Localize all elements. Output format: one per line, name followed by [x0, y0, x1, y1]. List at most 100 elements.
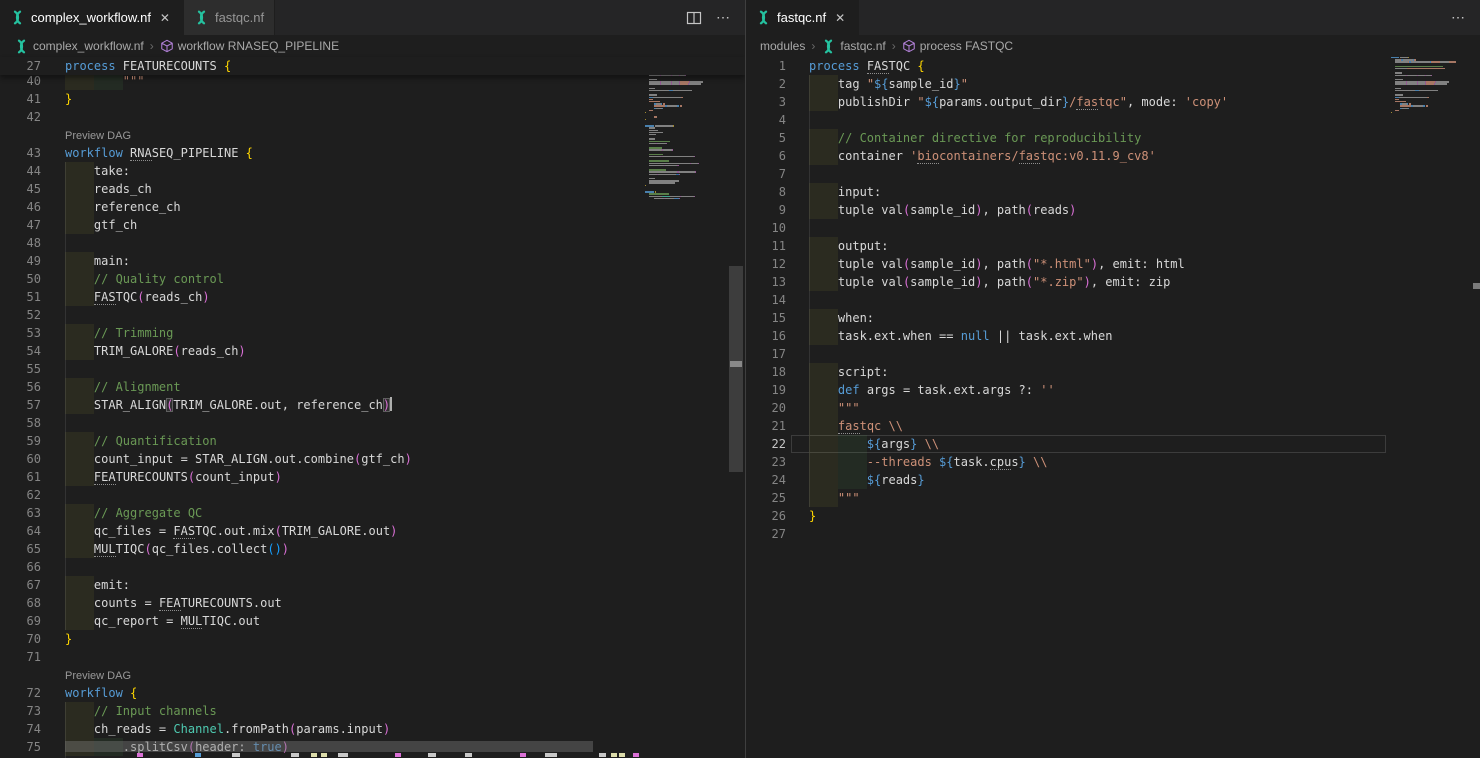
code-line[interactable]: 59 // Quantification — [0, 432, 745, 450]
gutter-line-number[interactable]: 56 — [0, 378, 41, 396]
gutter-line-number[interactable]: 17 — [746, 345, 786, 363]
gutter-line-number[interactable]: 18 — [746, 363, 786, 381]
code-line[interactable]: 20 """ — [746, 399, 1480, 417]
code-line[interactable]: 12 tuple val(sample_id), path("*.html"),… — [746, 255, 1480, 273]
code-line[interactable]: 46 reference_ch — [0, 198, 745, 216]
gutter-line-number[interactable]: 69 — [0, 612, 41, 630]
gutter-line-number[interactable]: 7 — [746, 165, 786, 183]
code-line[interactable]: 70} — [0, 630, 745, 648]
code-line[interactable]: 5 // Container directive for reproducibi… — [746, 129, 1480, 147]
editor-left[interactable]: 40 """41}42Preview DAG43workflow RNASEQ_… — [0, 0, 745, 758]
code-line[interactable]: 49 main: — [0, 252, 745, 270]
scrollbar-vertical-thumb[interactable] — [729, 266, 743, 472]
code-line[interactable]: 43workflow RNASEQ_PIPELINE { — [0, 144, 745, 162]
code-line[interactable]: 27process FEATURECOUNTS { — [0, 57, 745, 75]
gutter-line-number[interactable]: 21 — [746, 417, 786, 435]
gutter-line-number[interactable]: 43 — [0, 144, 41, 162]
gutter-line-number[interactable]: 19 — [746, 381, 786, 399]
gutter-line-number[interactable]: 53 — [0, 324, 41, 342]
codelens-row[interactable]: Preview DAG — [0, 126, 745, 144]
gutter-line-number[interactable]: 60 — [0, 450, 41, 468]
gutter-line-number[interactable]: 67 — [0, 576, 41, 594]
code-line[interactable]: 16 task.ext.when == null || task.ext.whe… — [746, 327, 1480, 345]
gutter-line-number[interactable]: 58 — [0, 414, 41, 432]
gutter-line-number[interactable]: 23 — [746, 453, 786, 471]
code-line[interactable]: 72workflow { — [0, 684, 745, 702]
code-line[interactable]: 55 — [0, 360, 745, 378]
code-line[interactable]: 74 ch_reads = Channel.fromPath(params.in… — [0, 720, 745, 738]
gutter-line-number[interactable]: 63 — [0, 504, 41, 522]
gutter-line-number[interactable]: 22 — [746, 435, 786, 453]
sticky-scroll-line[interactable]: 27process FEATURECOUNTS { — [0, 57, 745, 75]
gutter-line-number[interactable]: 24 — [746, 471, 786, 489]
gutter-line-number[interactable]: 73 — [0, 702, 41, 720]
code-line[interactable]: 71 — [0, 648, 745, 666]
code-line[interactable]: 52 — [0, 306, 745, 324]
codelens-row[interactable]: Preview DAG — [0, 666, 745, 684]
gutter-line-number[interactable]: 65 — [0, 540, 41, 558]
code-line[interactable]: 6 container 'biocontainers/fastqc:v0.11.… — [746, 147, 1480, 165]
codelens-preview-dag[interactable]: Preview DAG — [65, 669, 131, 683]
gutter-line-number[interactable]: 41 — [0, 90, 41, 108]
gutter-line-number[interactable]: 72 — [0, 684, 41, 702]
code-line[interactable]: 50 // Quality control — [0, 270, 745, 288]
code-line[interactable]: 51 FASTQC(reads_ch) — [0, 288, 745, 306]
code-line[interactable]: 10 — [746, 219, 1480, 237]
codelens-preview-dag[interactable]: Preview DAG — [65, 129, 131, 143]
gutter-line-number[interactable]: 14 — [746, 291, 786, 309]
code-line[interactable]: 8 input: — [746, 183, 1480, 201]
code-line[interactable]: 57 STAR_ALIGN(TRIM_GALORE.out, reference… — [0, 396, 745, 414]
editor-right[interactable]: 1process FASTQC {2 tag "${sample_id}"3 p… — [746, 0, 1480, 758]
code-line[interactable]: 73 // Input channels — [0, 702, 745, 720]
gutter-line-number[interactable]: 6 — [746, 147, 786, 165]
code-line[interactable]: 41} — [0, 90, 745, 108]
code-line[interactable]: 53 // Trimming — [0, 324, 745, 342]
code-line[interactable]: 26} — [746, 507, 1480, 525]
code-line[interactable]: 13 tuple val(sample_id), path("*.zip"), … — [746, 273, 1480, 291]
gutter-line-number[interactable]: 25 — [746, 489, 786, 507]
code-line[interactable]: 58 — [0, 414, 745, 432]
code-line[interactable]: 62 — [0, 486, 745, 504]
gutter-line-number[interactable]: 9 — [746, 201, 786, 219]
code-line[interactable]: 7 — [746, 165, 1480, 183]
code-line[interactable]: 56 // Alignment — [0, 378, 745, 396]
code-line[interactable]: 65 MULTIQC(qc_files.collect()) — [0, 540, 745, 558]
scrollbar-horizontal-thumb[interactable] — [65, 741, 593, 752]
code-line[interactable]: 27 — [746, 525, 1480, 543]
code-line[interactable]: 66 — [0, 558, 745, 576]
code-line[interactable]: 69 qc_report = MULTIQC.out — [0, 612, 745, 630]
code-line[interactable]: 67 emit: — [0, 576, 745, 594]
gutter-line-number[interactable]: 61 — [0, 468, 41, 486]
gutter-line-number[interactable]: 48 — [0, 234, 41, 252]
gutter-line-number[interactable]: 2 — [746, 75, 786, 93]
code-line[interactable]: 48 — [0, 234, 745, 252]
gutter-line-number[interactable]: 27 — [746, 525, 786, 543]
gutter-line-number[interactable]: 46 — [0, 198, 41, 216]
gutter-line-number[interactable]: 3 — [746, 93, 786, 111]
gutter-line-number[interactable]: 27 — [0, 57, 41, 75]
code-line[interactable]: 4 — [746, 111, 1480, 129]
code-line[interactable]: 9 tuple val(sample_id), path(reads) — [746, 201, 1480, 219]
gutter-line-number[interactable]: 11 — [746, 237, 786, 255]
code-line[interactable]: 3 publishDir "${params.output_dir}/fastq… — [746, 93, 1480, 111]
gutter-line-number[interactable]: 74 — [0, 720, 41, 738]
code-line[interactable]: 64 qc_files = FASTQC.out.mix(TRIM_GALORE… — [0, 522, 745, 540]
code-line[interactable]: 45 reads_ch — [0, 180, 745, 198]
gutter-line-number[interactable]: 10 — [746, 219, 786, 237]
gutter-line-number[interactable]: 51 — [0, 288, 41, 306]
gutter-line-number[interactable]: 44 — [0, 162, 41, 180]
code-line[interactable]: 14 — [746, 291, 1480, 309]
code-line[interactable]: 21 fastqc \\ — [746, 417, 1480, 435]
gutter-line-number[interactable]: 1 — [746, 57, 786, 75]
gutter-line-number[interactable]: 59 — [0, 432, 41, 450]
gutter-line-number[interactable]: 68 — [0, 594, 41, 612]
gutter-line-number[interactable]: 16 — [746, 327, 786, 345]
code-line[interactable]: 47 gtf_ch — [0, 216, 745, 234]
code-line[interactable]: 60 count_input = STAR_ALIGN.out.combine(… — [0, 450, 745, 468]
code-line[interactable]: 17 — [746, 345, 1480, 363]
gutter-line-number[interactable]: 54 — [0, 342, 41, 360]
gutter-line-number[interactable]: 62 — [0, 486, 41, 504]
gutter-line-number[interactable]: 42 — [0, 108, 41, 126]
code-line[interactable]: 19 def args = task.ext.args ?: '' — [746, 381, 1480, 399]
code-line[interactable]: 11 output: — [746, 237, 1480, 255]
